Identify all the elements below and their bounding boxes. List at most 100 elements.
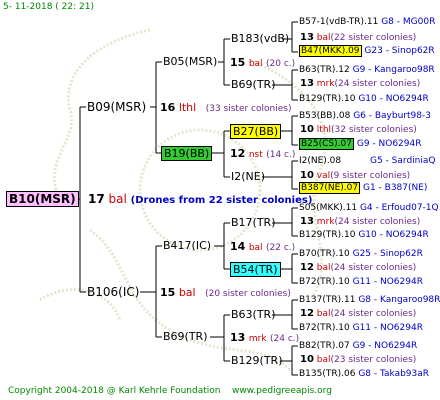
gen4-entry[interactable]: B70(TR).10 G25 - Sinop62R (299, 250, 423, 259)
report-date: 5- 11-2018 ( 22: 21) (3, 2, 94, 12)
gen3-note: (24 sister colonies) (334, 79, 421, 89)
gen3-num: 10 (300, 354, 314, 365)
gen3-queen[interactable]: B17(TR) (231, 217, 276, 228)
gen3-num: 13 (300, 32, 314, 43)
gen4-entry[interactable]: B63(TR).12 G9 - Kangaroo98R (299, 66, 435, 75)
gen4-name: B25(CS).07 (299, 138, 354, 150)
gen3-breed: mrk (316, 79, 335, 89)
gen3-num: 10 (300, 170, 314, 181)
gen2-queen[interactable]: B19(BB) (161, 146, 213, 161)
gen3-note: (9 sister colonies) (330, 171, 411, 181)
sire-num: 16 (160, 101, 176, 114)
gen4-name: B53(BB).08 (299, 111, 351, 121)
gen2-num: 13 (230, 331, 246, 344)
sire-colony-info: 16 lthl (33 sister colonies) (160, 102, 291, 114)
gen4-name: B387(NE).07 (299, 182, 361, 194)
gen2-queen[interactable]: B69(TR) (163, 331, 208, 342)
gen3-note: (22 sister colonies) (330, 33, 417, 43)
gen4-info: G9 - Kangaroo98R (352, 65, 435, 75)
gen4-entry[interactable]: B387(NE).07 G1 - B387(NE) (299, 182, 427, 194)
gen4-entry[interactable]: B57-1(vdB-TR).11 G8 - MG00R (299, 18, 435, 27)
gen4-name: B72(TR).10 (299, 323, 350, 333)
gen3-note: (24 sister colonies) (330, 263, 417, 273)
gen3-num: 13 (300, 216, 314, 227)
gen4-entry[interactable]: B25(CS).07 G9 - NO6294R (299, 138, 422, 150)
website-link[interactable]: www.pedigreeapis.org (232, 387, 332, 396)
dam-breed: bal (178, 286, 196, 299)
gen4-entry[interactable]: B82(TR).07 G9 - NO6294R (299, 342, 417, 351)
gen3-queen[interactable]: B54(TR) (230, 262, 281, 277)
gen4-info: G8 - Kangaroo98R (358, 295, 440, 305)
gen2-num: 12 (230, 147, 246, 160)
gen3-breed: mrk (316, 217, 335, 227)
root-breed: bal (108, 192, 127, 206)
gen4-entry[interactable]: B129(TR).10 G10 - NO6294R (299, 231, 429, 240)
gen2-colony-info: 13 mrk (24 c.) (230, 332, 299, 344)
gen3-breed: bal (316, 309, 331, 319)
gen4-name: B137(TR).11 (299, 295, 356, 305)
root-num: 17 (88, 192, 105, 206)
gen4-entry[interactable]: B72(TR).10 G11 - NO6294R (299, 324, 423, 333)
gen3-num: 12 (300, 308, 314, 319)
root-note: (Drones from 22 sister colonies) (130, 195, 313, 206)
gen4-info: G8 - MG00R (381, 17, 436, 27)
gen3-colony-info: 12 bal(24 sister colonies) (300, 263, 416, 273)
gen3-colony-info: 10 lthl(32 sister colonies) (300, 125, 417, 135)
gen4-name: B135(TR).06 (299, 369, 356, 379)
gen3-queen[interactable]: B69(TR) (231, 79, 276, 90)
gen4-name: B63(TR).12 (299, 65, 350, 75)
gen4-info: G11 - NO6294R (352, 323, 423, 333)
gen2-queen[interactable]: B05(MSR) (163, 56, 217, 67)
gen3-note: (24 sister colonies) (334, 217, 421, 227)
gen4-entry[interactable]: B53(BB).08 G6 - Bayburt98-3 (299, 112, 431, 121)
gen2-colony-info: 14 bal (22 c.) (230, 241, 295, 253)
gen4-entry[interactable]: B47(MKK).09 G23 - Sinop62R (299, 45, 435, 57)
gen4-entry[interactable]: B72(TR).10 G11 - NO6294R (299, 278, 423, 287)
gen3-colony-info: 10 bal(23 sister colonies) (300, 355, 416, 365)
gen4-info: G25 - Sinop62R (352, 249, 423, 259)
gen2-num: 14 (230, 240, 246, 253)
gen3-queen[interactable]: B63(TR) (231, 309, 276, 320)
gen3-colony-info: 10 val(9 sister colonies) (300, 171, 410, 181)
gen4-entry[interactable]: B135(TR).06 G8 - Takab93aR (299, 370, 429, 379)
gen4-name: B129(TR).10 (299, 94, 356, 104)
gen4-name: B82(TR).07 (299, 341, 350, 351)
gen3-num: 13 (300, 78, 314, 89)
gen4-name: I2(NE).08 (299, 156, 342, 166)
gen3-colony-info: 13 mrk(24 sister colonies) (300, 79, 420, 89)
gen3-num: 12 (300, 262, 314, 273)
gen3-breed: val (316, 171, 331, 181)
gen2-breed: bal (248, 243, 263, 253)
gen2-note: (20 c.) (266, 59, 296, 69)
gen2-note: (24 c.) (270, 334, 300, 344)
pedigree-page: 5- 11-2018 ( 22: 21) Copyright 2004-2018… (0, 0, 440, 400)
sire-queen[interactable]: B09(MSR) (87, 101, 146, 113)
gen4-name: B129(TR).10 (299, 230, 356, 240)
copyright-text: Copyright 2004-2018 @ Karl Kehrle Founda… (8, 386, 221, 396)
gen4-info: G23 - Sinop62R (364, 46, 435, 56)
gen4-entry[interactable]: I2(NE).08 G5 - SardiniaQ (299, 157, 435, 166)
gen3-colony-info: 12 bal(24 sister colonies) (300, 309, 416, 319)
gen4-info: G11 - NO6294R (352, 277, 423, 287)
dam-colony-info: 15 bal (20 sister colonies) (160, 287, 291, 299)
gen3-queen[interactable]: I2(NE) (231, 171, 265, 182)
dam-note: (20 sister colonies) (205, 289, 291, 299)
gen4-entry[interactable]: S05(MKK).11 G4 - Erfoud07-1Q (299, 204, 439, 213)
gen4-name: B47(MKK).09 (299, 45, 362, 57)
sire-note: (33 sister colonies) (205, 104, 292, 114)
gen4-info: G5 - SardiniaQ (370, 156, 436, 166)
gen4-info: G4 - Erfoud07-1Q (359, 203, 439, 213)
gen3-queen[interactable]: B129(TR) (231, 355, 283, 366)
gen4-info: G10 - NO6294R (358, 230, 429, 240)
gen2-queen[interactable]: B417(IC) (163, 240, 211, 251)
dam-queen[interactable]: B106(IC) (87, 286, 139, 298)
gen4-entry[interactable]: B137(TR).11 G8 - Kangaroo98R (299, 296, 440, 305)
gen3-queen[interactable]: B183(vdB) (231, 33, 289, 44)
gen4-entry[interactable]: B129(TR).10 G10 - NO6294R (299, 95, 429, 104)
gen3-queen[interactable]: B27(BB) (230, 124, 282, 139)
gen3-colony-info: 13 mrk(24 sister colonies) (300, 217, 420, 227)
gen2-note: (14 c.) (266, 150, 296, 160)
gen2-colony-info: 15 bal (20 c.) (230, 57, 295, 69)
root-queen[interactable]: B10(MSR) (6, 191, 79, 207)
gen2-note: (22 c.) (266, 243, 296, 253)
